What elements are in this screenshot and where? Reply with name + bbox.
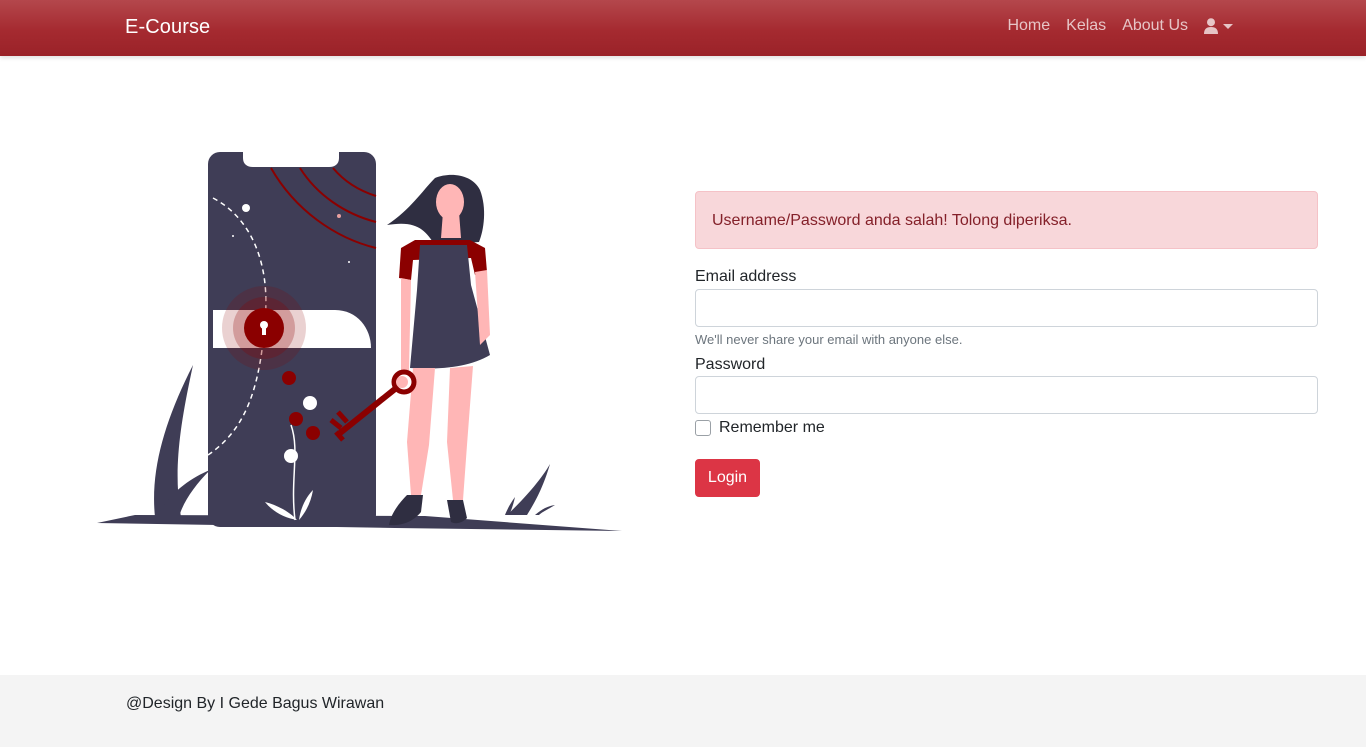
email-label: Email address (695, 268, 797, 285)
login-illustration (95, 150, 625, 535)
email-input[interactable] (695, 289, 1318, 327)
remember-me-row: Remember me (695, 418, 1318, 437)
password-label: Password (695, 356, 766, 373)
remember-me-checkbox[interactable] (695, 419, 711, 436)
user-dropdown-toggle[interactable] (1204, 18, 1233, 34)
navbar: E-Course Home Kelas About Us (0, 0, 1366, 56)
nav-kelas-link[interactable]: Kelas (1066, 17, 1106, 35)
login-form: Username/Password anda salah! Tolong dip… (695, 191, 1318, 497)
error-alert: Username/Password anda salah! Tolong dip… (695, 191, 1318, 249)
brand-link[interactable]: E-Course (125, 16, 210, 39)
login-button[interactable]: Login (695, 459, 760, 497)
footer-credit: @Design By I Gede Bagus Wirawan (126, 695, 385, 712)
nav-links: Home Kelas About Us (991, 17, 1233, 35)
nav-home-link[interactable]: Home (1007, 17, 1050, 35)
remember-me-label: Remember me (719, 418, 825, 436)
user-icon (1204, 18, 1218, 34)
footer: @Design By I Gede Bagus Wirawan (0, 675, 1366, 747)
caret-down-icon (1223, 24, 1233, 29)
nav-about-link[interactable]: About Us (1122, 17, 1188, 35)
password-input[interactable] (695, 376, 1318, 414)
email-help-text: We'll never share your email with anyone… (695, 332, 963, 347)
